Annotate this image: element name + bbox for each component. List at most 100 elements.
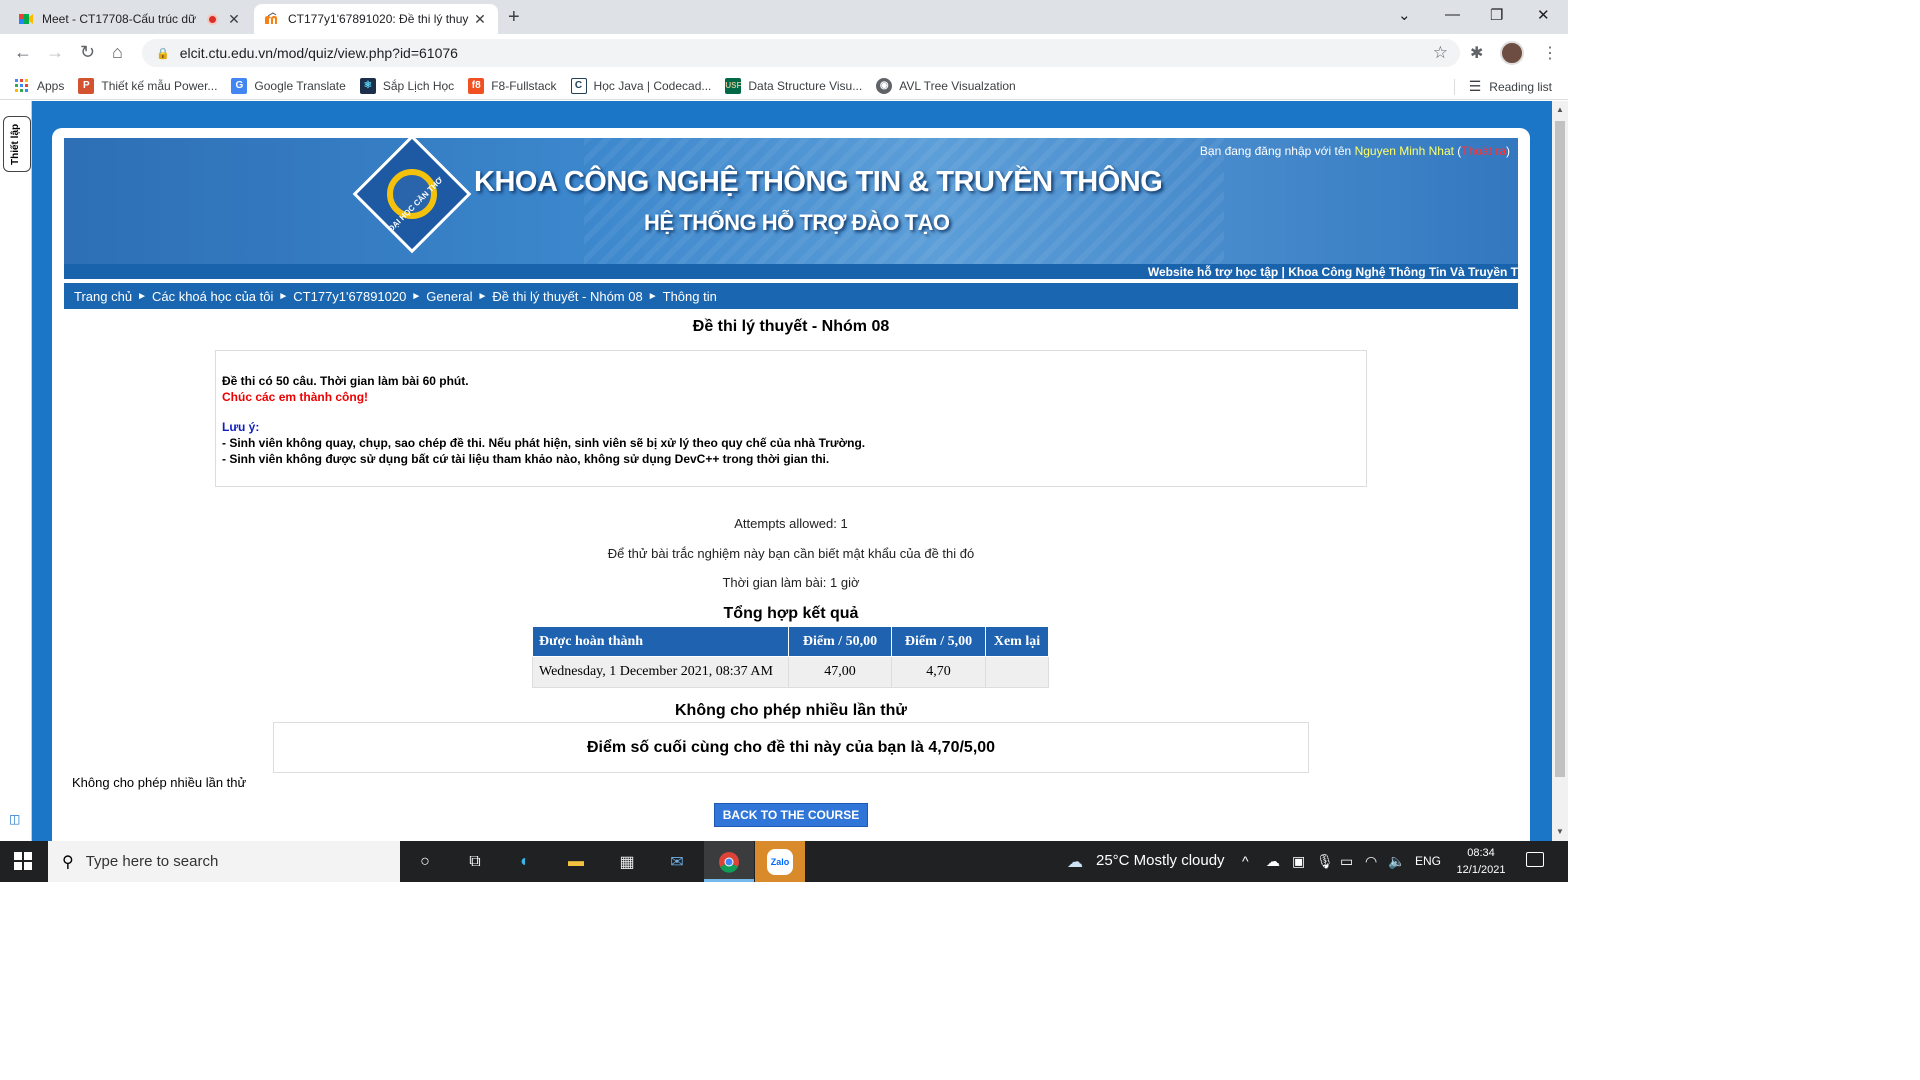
address-bar[interactable]: 🔒 elcit.ctu.edu.vn/mod/quiz/view.php?id=… — [142, 39, 1460, 67]
edge-icon[interactable]: ◐ — [512, 849, 538, 875]
bookmark-star-icon[interactable]: ☆ — [1433, 43, 1448, 63]
wifi-icon[interactable]: ◠ — [1365, 853, 1377, 870]
weather-text[interactable]: 25°C Mostly cloudy — [1096, 852, 1225, 869]
chrome-icon[interactable] — [716, 849, 742, 875]
side-panel — [0, 101, 32, 841]
lock-icon: 🔒 — [156, 47, 170, 60]
globe-icon: ◉ — [876, 77, 893, 94]
cortana-icon[interactable]: ○ — [412, 849, 438, 875]
mail-icon[interactable]: ✉ — [664, 849, 690, 875]
breadcrumb-quiz[interactable]: Đề thi lý thuyết - Nhóm 08 — [492, 289, 642, 304]
summary-title: Tổng hợp kết quả — [723, 605, 859, 622]
bookmark-sap-lich-hoc[interactable]: ⚛ Sắp Lịch Học — [359, 77, 455, 94]
task-view-icon[interactable]: ⧉ — [462, 849, 488, 875]
close-tab-icon[interactable]: ✕ — [472, 11, 488, 28]
onedrive-icon[interactable]: ☁ — [1266, 853, 1280, 870]
back-to-course-button[interactable]: BACK TO THE COURSE — [714, 803, 868, 827]
bookmark-f8[interactable]: f8 F8-Fullstack — [468, 77, 557, 94]
device-icon[interactable]: ▣ — [1292, 853, 1305, 870]
bookmark-usf[interactable]: USF Data Structure Visu... — [725, 77, 862, 94]
attempts-table: Được hoàn thành Điểm / 50,00 Điểm / 5,00… — [532, 626, 1049, 688]
password-note: Để thử bài trắc nghiệm này bạn cần biết … — [607, 546, 975, 561]
clock-date: 12/1/2021 — [1456, 864, 1506, 876]
breadcrumb-my-courses[interactable]: Các khoá học của tôi — [152, 289, 273, 304]
tab-search-icon[interactable]: ⌄ — [1398, 6, 1411, 24]
codecademy-icon: C — [570, 77, 587, 94]
search-icon: ⚲ — [62, 853, 74, 871]
microphone-icon[interactable]: 🎙 — [1316, 853, 1334, 870]
bookmarks-bar: Apps P Thiết kế mẫu Power... G Google Tr… — [0, 72, 1568, 100]
new-tab-button[interactable]: + — [508, 6, 520, 29]
battery-icon[interactable]: ▭ — [1340, 853, 1353, 870]
logout-link[interactable]: Thoát ra — [1461, 144, 1506, 158]
reload-icon[interactable]: ↻ — [80, 42, 95, 63]
breadcrumb-separator: ► — [477, 290, 488, 302]
settings-vertical-tab[interactable]: Thiết lập — [3, 116, 31, 172]
breadcrumb: Trang chủ ► Các khoá học của tôi ► CT177… — [64, 283, 1518, 309]
extensions-puzzle-icon[interactable]: ✱ — [1470, 43, 1483, 63]
google-meet-icon — [18, 11, 34, 27]
bookmark-label: Sắp Lịch Học — [382, 78, 455, 93]
show-hidden-icons-chevron-icon[interactable]: ^ — [1242, 853, 1249, 869]
time-limit: Thời gian làm bài: 1 giờ — [722, 575, 860, 590]
bookmark-label: Học Java | Codecad... — [593, 78, 712, 93]
no-more-attempts-heading: Không cho phép nhiều lần thử — [674, 702, 907, 719]
profile-avatar[interactable] — [1500, 41, 1524, 65]
user-name-link[interactable]: Nguyen Minh Nhat — [1355, 144, 1454, 158]
zalo-icon[interactable]: Zalo — [767, 849, 793, 875]
page-scrollbar[interactable]: ▲ ▼ — [1552, 101, 1568, 841]
minimize-button[interactable]: — — [1445, 6, 1460, 23]
bookmark-avl[interactable]: ◉ AVL Tree Visualzation — [876, 77, 1016, 94]
breadcrumb-info: Thông tin — [662, 288, 717, 304]
microsoft-store-icon[interactable]: ▦ — [614, 849, 640, 875]
bookmark-google-translate[interactable]: G Google Translate — [231, 77, 346, 94]
divider — [1453, 78, 1455, 95]
bookmark-apps[interactable]: Apps — [14, 78, 64, 94]
close-tab-icon[interactable]: ✕ — [226, 11, 242, 28]
close-window-button[interactable]: ✕ — [1537, 6, 1550, 24]
scroll-down-icon[interactable]: ▼ — [1556, 827, 1564, 836]
notification-center-icon[interactable] — [1526, 852, 1544, 867]
taskbar-search-box[interactable]: ⚲ Type here to search — [48, 841, 400, 882]
scrollbar-thumb[interactable] — [1555, 121, 1565, 777]
column-header-completed: Được hoàn thành — [532, 626, 789, 657]
powerpoint-icon: P — [78, 77, 95, 94]
maximize-button[interactable]: ❐ — [1490, 6, 1503, 24]
reading-list-icon: ☰ — [1468, 78, 1482, 94]
tab-strip: Meet - CT17708-Cấu trúc dữ ✕ CT177y1'678… — [0, 0, 1568, 34]
home-icon[interactable]: ⌂ — [112, 42, 123, 63]
bookmark-label: F8-Fullstack — [491, 78, 557, 93]
language-indicator[interactable]: ENG — [1415, 854, 1441, 868]
url-text: elcit.ctu.edu.vn/mod/quiz/view.php?id=61… — [179, 45, 458, 61]
column-header-grade: Điểm / 5,00 — [891, 626, 986, 657]
note-heading: Lưu ý: — [222, 420, 260, 434]
bookmark-label: Google Translate — [254, 78, 346, 93]
apps-grid-icon — [14, 78, 30, 94]
breadcrumb-general[interactable]: General — [426, 289, 472, 304]
reading-list-button[interactable]: ☰ Reading list — [1453, 78, 1552, 95]
tab-meet[interactable]: Meet - CT17708-Cấu trúc dữ ✕ — [8, 4, 252, 34]
scroll-up-icon[interactable]: ▲ — [1556, 105, 1564, 114]
bookmark-codecademy[interactable]: C Học Java | Codecad... — [570, 77, 712, 94]
menu-kebab-icon[interactable]: ⋮ — [1542, 43, 1558, 63]
tab-quiz[interactable]: CT177y1'67891020: Đề thi lý thuy ✕ — [254, 4, 498, 34]
volume-icon[interactable]: 🔈 — [1388, 853, 1405, 870]
login-prefix: Bạn đang đăng nhập với tên — [1199, 144, 1355, 158]
site-header-banner: ĐẠI HỌC CẦN THƠ KHOA CÔNG NGHỆ THÔNG TIN… — [64, 138, 1518, 279]
system-clock[interactable]: 08:34 12/1/2021 — [1452, 845, 1510, 879]
sidebar-toggle-icon[interactable]: ◫ — [9, 812, 20, 826]
breadcrumb-separator: ► — [411, 290, 422, 302]
back-arrow-icon[interactable]: ← — [14, 42, 32, 63]
bookmark-label: Apps — [37, 78, 65, 93]
university-logo — [352, 138, 472, 254]
good-luck-text: Chúc các em thành công! — [222, 390, 369, 404]
reading-list-label: Reading list — [1489, 79, 1552, 94]
windows-start-icon[interactable] — [14, 852, 32, 870]
bookmark-powerpoint[interactable]: P Thiết kế mẫu Power... — [78, 77, 217, 94]
recording-icon — [207, 13, 218, 25]
breadcrumb-course[interactable]: CT177y1'67891020 — [293, 289, 406, 304]
forward-arrow-icon[interactable]: → — [46, 42, 64, 63]
breadcrumb-home[interactable]: Trang chủ — [74, 289, 132, 304]
file-explorer-icon[interactable]: ▬ — [563, 849, 589, 875]
tab-title: CT177y1'67891020: Đề thi lý thuy — [288, 12, 469, 26]
